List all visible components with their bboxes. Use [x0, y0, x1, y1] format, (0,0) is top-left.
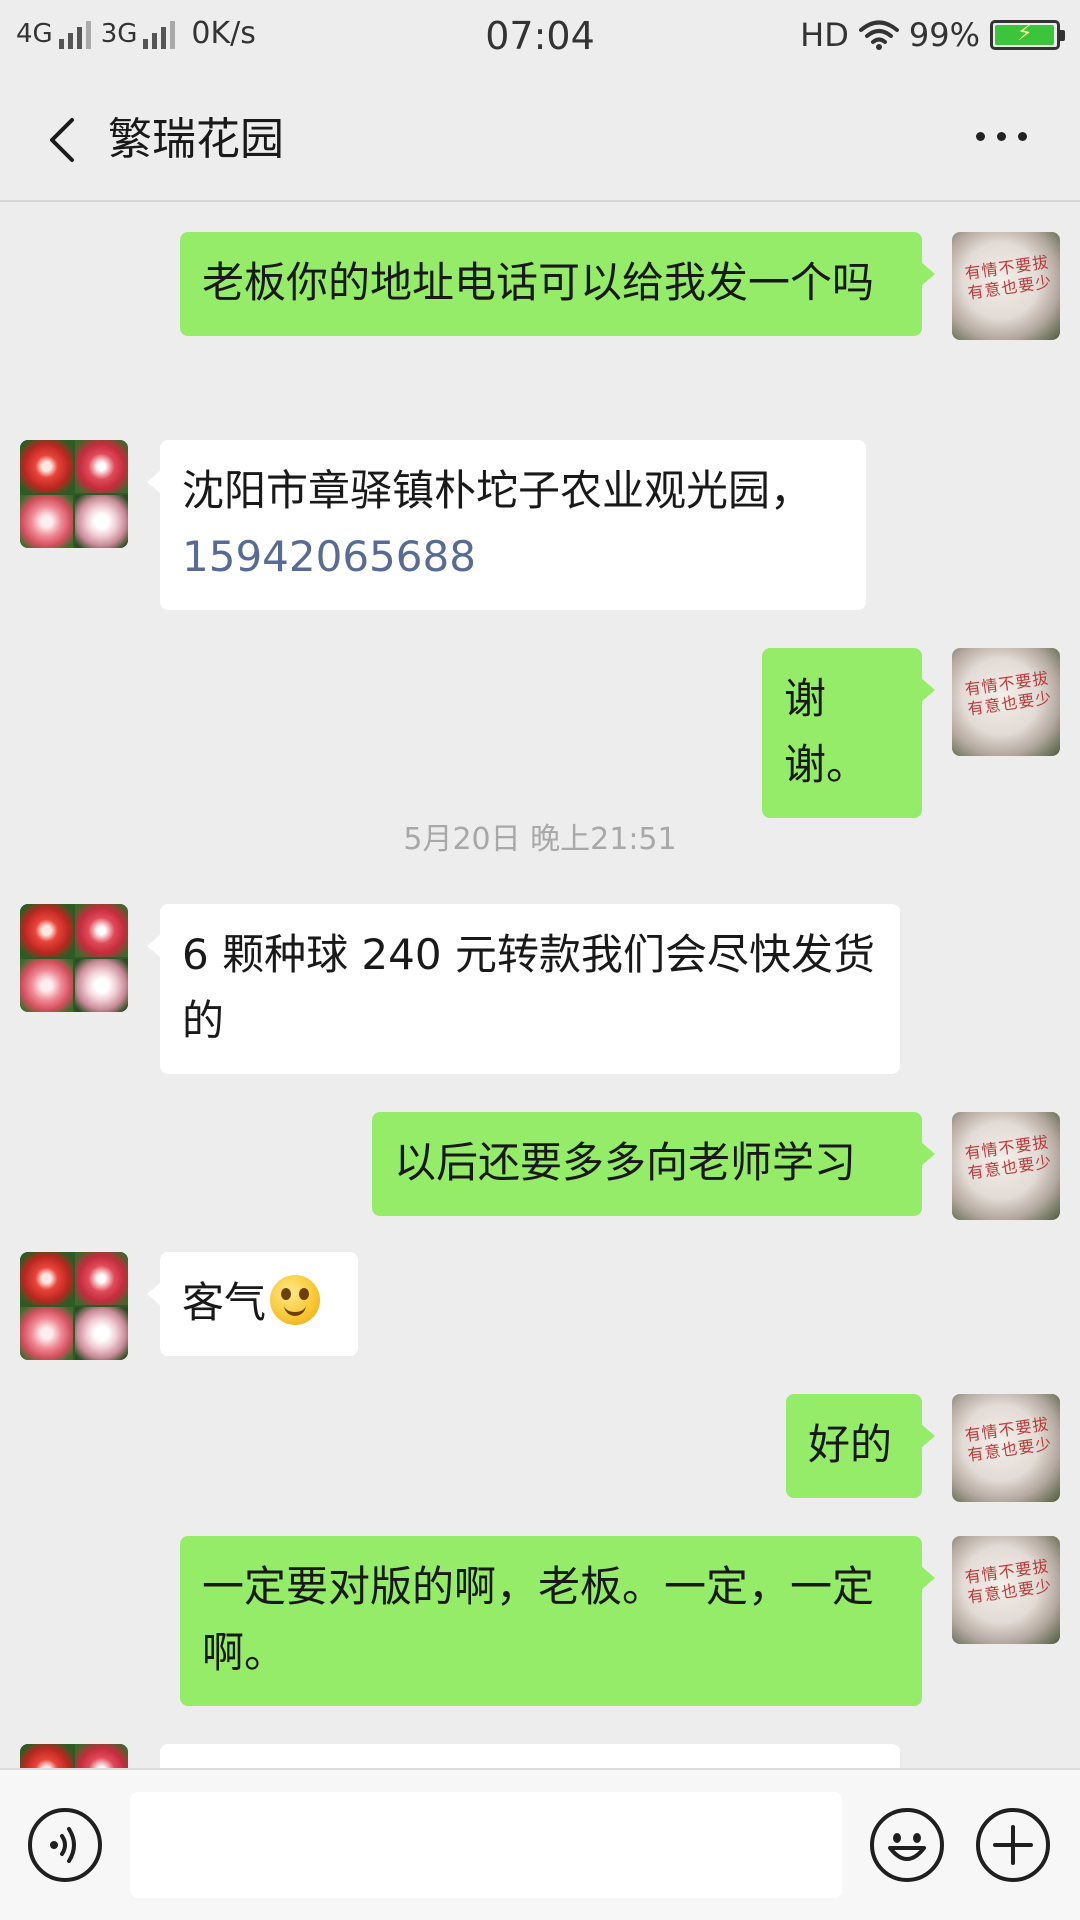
avatar-contact[interactable] — [20, 1252, 128, 1360]
avatar-self[interactable]: 有情不要拔 有意也要少 — [952, 648, 1060, 756]
avatar-contact[interactable] — [20, 1744, 128, 1768]
avatar-contact[interactable] — [20, 904, 128, 1012]
avatar-ink-text: 有情不要拔 有意也要少 — [963, 1414, 1054, 1465]
device-status: HD 99% ⚡ — [800, 16, 1065, 54]
message-timestamp: 5月20日 晚上21:51 — [403, 822, 677, 857]
emoji-button[interactable] — [870, 1808, 944, 1882]
message-text: 好的 — [808, 1420, 893, 1469]
avatar-ink-text: 有情不要拔 有意也要少 — [963, 252, 1054, 303]
message-bubble-received[interactable] — [160, 1744, 900, 1768]
message-bubble-sent[interactable]: 好的 — [786, 1394, 935, 1498]
message-bubble-sent[interactable]: 以后还要多多向老师学习 — [372, 1112, 935, 1216]
hd-label: HD — [800, 16, 849, 54]
avatar-self[interactable]: 有情不要拔 有意也要少 — [952, 1394, 1060, 1502]
emoji-icon — [888, 1833, 926, 1861]
avatar-ink-text: 有情不要拔 有意也要少 — [963, 1556, 1054, 1607]
avatar-ink-text: 有情不要拔 有意也要少 — [963, 668, 1054, 719]
message-bubble-sent[interactable]: 谢谢。 — [762, 648, 935, 818]
chat-header: 繁瑞花园 — [0, 76, 1080, 202]
plus-icon — [993, 1825, 1033, 1865]
message-text: 6 颗种球 240 元转款我们会尽快发货的 — [182, 930, 875, 1045]
avatar-self[interactable]: 有情不要拔 有意也要少 — [952, 1112, 1060, 1220]
voice-icon — [50, 1827, 76, 1863]
message-text: 一定要对版的啊，老板。一定，一定啊。 — [202, 1562, 875, 1677]
message-bubble-sent[interactable]: 一定要对版的啊，老板。一定，一定啊。 — [180, 1536, 935, 1706]
phone-number-link[interactable]: 15942065688 — [182, 532, 476, 581]
battery-percent: 99% — [908, 16, 980, 54]
avatar-ink-text: 有情不要拔 有意也要少 — [963, 1132, 1054, 1183]
back-arrow-icon[interactable] — [42, 116, 82, 164]
chat-title: 繁瑞花园 — [108, 114, 284, 165]
smile-emoji-icon — [270, 1275, 321, 1325]
message-bubble-received[interactable]: 6 颗种球 240 元转款我们会尽快发货的 — [147, 904, 900, 1074]
more-functions-button[interactable] — [976, 1808, 1050, 1882]
avatar-self[interactable]: 有情不要拔 有意也要少 — [952, 232, 1060, 340]
status-bar: 4G 3G 0K/s 07:04 HD 99% ⚡ — [0, 0, 1080, 76]
input-bar — [0, 1768, 1080, 1920]
wifi-icon — [858, 20, 899, 50]
message-text: 老板你的地址电话可以给我发一个吗 — [202, 258, 875, 307]
chat-history[interactable]: 老板你的地址电话可以给我发一个吗 有情不要拔 有意也要少 沈阳市章驿镇朴坨子农业… — [0, 204, 1080, 1768]
message-text: 谢谢。 — [784, 674, 869, 789]
message-bubble-sent[interactable]: 老板你的地址电话可以给我发一个吗 — [180, 232, 935, 336]
voice-button[interactable] — [28, 1808, 102, 1882]
message-bubble-received[interactable]: 客气 — [147, 1252, 358, 1356]
avatar-self[interactable]: 有情不要拔 有意也要少 — [952, 1536, 1060, 1644]
more-icon[interactable] — [976, 126, 1036, 146]
message-text: 客气 — [182, 1278, 267, 1327]
battery-icon: ⚡ — [990, 20, 1065, 50]
message-text: 以后还要多多向老师学习 — [394, 1138, 857, 1187]
message-bubble-received[interactable]: 沈阳市章驿镇朴坨子农业观光园， 15942065688 — [147, 440, 866, 610]
message-input[interactable] — [130, 1792, 842, 1898]
message-text: 沈阳市章驿镇朴坨子农业观光园， — [182, 466, 813, 515]
avatar-contact[interactable] — [20, 440, 128, 548]
